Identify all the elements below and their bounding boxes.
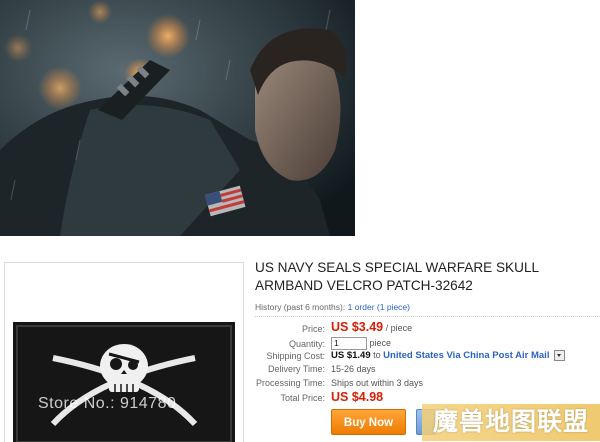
skull-patch-image bbox=[5, 318, 243, 442]
order-history: History (past 6 months): 1 order (1 piec… bbox=[255, 302, 410, 312]
price-label: Price: bbox=[301, 324, 325, 334]
site-watermark: 魔兽地图联盟 bbox=[422, 404, 600, 441]
buy-now-button[interactable]: Buy Now bbox=[331, 409, 406, 435]
shipping-method-link[interactable]: United States Via China Post Air Mail bbox=[383, 350, 549, 361]
product-thumbnail[interactable] bbox=[4, 262, 244, 442]
delivery-label: Delivery Time: bbox=[267, 364, 325, 374]
history-link[interactable]: 1 order (1 piece) bbox=[348, 302, 410, 312]
price-value: US $3.49 bbox=[331, 320, 384, 334]
processing-value: Ships out within 3 days bbox=[331, 378, 424, 388]
quantity-unit: piece bbox=[369, 337, 392, 348]
price-value-group: US $3.49 / piece bbox=[331, 320, 412, 334]
store-watermark: Store No.: 914780 bbox=[38, 395, 177, 412]
history-label: History (past 6 months): bbox=[255, 302, 346, 312]
hero-image bbox=[0, 0, 355, 236]
soldier-scene-illustration bbox=[0, 0, 355, 236]
processing-label: Processing Time: bbox=[255, 378, 325, 388]
total-value: US $4.98 bbox=[331, 390, 383, 404]
quantity-group: 1 piece bbox=[331, 337, 391, 350]
shipping-cost-value: US $1.49 bbox=[331, 350, 371, 361]
quantity-input[interactable]: 1 bbox=[331, 337, 367, 350]
chevron-down-icon[interactable] bbox=[553, 350, 565, 362]
product-title: US NAVY SEALS SPECIAL WARFARE SKULL ARMB… bbox=[255, 260, 539, 293]
total-price: US $4.98 bbox=[331, 390, 384, 404]
quantity-label: Quantity: bbox=[288, 339, 325, 349]
delivery-value: 15-26 days bbox=[331, 364, 376, 374]
total-label: Total Price: bbox=[280, 393, 325, 403]
shipping-to: to bbox=[373, 350, 381, 360]
price-unit: / piece bbox=[385, 323, 413, 333]
divider bbox=[255, 316, 600, 317]
shipping-cost-label: Shipping Cost: bbox=[266, 351, 325, 361]
shipping-group: US $1.49 to United States Via China Post… bbox=[331, 350, 565, 362]
